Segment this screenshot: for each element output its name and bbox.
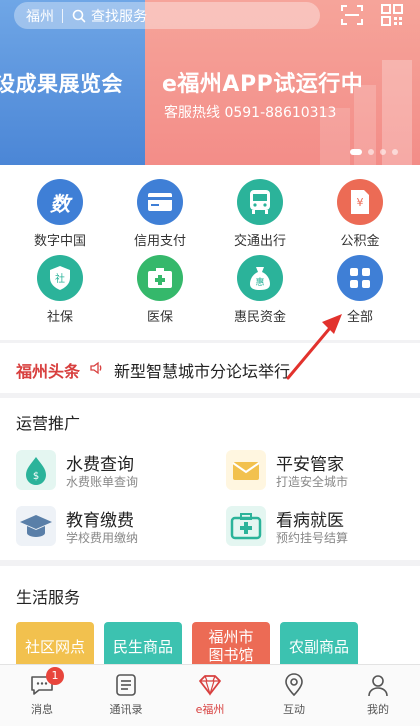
carousel-dot-active	[350, 149, 362, 155]
city-selector[interactable]: 福州	[26, 6, 54, 26]
card-library[interactable]: 福州市图书馆	[192, 622, 270, 670]
user-icon	[368, 675, 388, 697]
speaker-icon	[90, 361, 102, 375]
search-placeholder[interactable]: 查找服务	[91, 6, 147, 26]
search-bar[interactable]: 福州 查找服务	[14, 2, 320, 29]
medical-kit-icon	[226, 506, 266, 546]
tab-messages[interactable]: 1 消息	[0, 665, 84, 726]
op-education-payment[interactable]: 教育缴费 学校费用缴纳	[16, 506, 196, 550]
svg-text:惠: 惠	[255, 276, 264, 288]
service-digital-china[interactable]: 数 数字中国	[20, 179, 100, 249]
op-safety-manager[interactable]: 平安管家 打造安全城市	[226, 450, 406, 494]
service-label: 全部	[346, 310, 373, 325]
unread-badge: 1	[46, 667, 64, 685]
svg-text:$: $	[33, 471, 39, 482]
card-people-goods[interactable]: 民生商品	[104, 622, 182, 670]
op-title: 水费查询	[66, 455, 134, 475]
tab-mine[interactable]: 我的	[336, 665, 420, 726]
search-icon	[72, 9, 86, 22]
svg-text:社: 社	[55, 272, 65, 285]
tab-efuzhou[interactable]: e福州	[168, 665, 252, 726]
bottom-tab-bar: 1 消息 通讯录 e福州 互动 我的	[0, 664, 420, 726]
banner-hotline: 客服热线 0591-88610313	[164, 105, 337, 121]
tab-label: 我的	[367, 703, 389, 716]
card-farm-goods[interactable]: 农副商品	[280, 622, 358, 670]
op-title: 教育缴费	[66, 511, 134, 531]
service-label: 惠民资金	[233, 310, 286, 325]
tab-contacts[interactable]: 通讯录	[84, 665, 168, 726]
housing-fund-icon: ¥	[337, 179, 383, 225]
service-transport[interactable]: 交通出行	[220, 179, 300, 249]
service-label: 社保	[46, 310, 73, 325]
life-services-section: 生活服务 社区网点 民生商品 福州市图书馆 农副商品	[0, 566, 420, 670]
divider	[62, 8, 63, 23]
service-grid: 数 数字中国 信用支付 交通出行 ¥ 公积金 社 社保 医保 惠 惠民资金 全部	[0, 165, 420, 340]
scan-icon[interactable]	[340, 3, 364, 27]
service-label: 医保	[146, 310, 173, 325]
carousel-dot	[380, 149, 386, 155]
svg-text:¥: ¥	[357, 196, 364, 209]
bus-icon	[237, 179, 283, 225]
service-label: 数字中国	[33, 234, 86, 249]
card-community[interactable]: 社区网点	[16, 622, 94, 670]
qr-code-icon[interactable]	[380, 3, 404, 27]
section-title: 生活服务	[16, 588, 81, 607]
section-title: 运营推广	[16, 414, 81, 433]
service-label: 交通出行	[233, 234, 286, 249]
money-bag-icon: 惠	[237, 255, 283, 301]
grid-icon	[337, 255, 383, 301]
location-pin-icon	[285, 673, 303, 697]
service-benefit-funds[interactable]: 惠 惠民资金	[220, 255, 300, 325]
service-medical-insurance[interactable]: 医保	[120, 255, 200, 325]
op-title: 看病就医	[276, 511, 344, 531]
graduation-cap-icon	[16, 506, 56, 546]
digital-china-icon: 数	[37, 179, 83, 225]
op-subtitle: 预约挂号结算	[276, 531, 349, 545]
op-water-bill[interactable]: $ 水费查询 水费账单查询	[16, 450, 196, 494]
social-security-icon: 社	[37, 255, 83, 301]
medical-insurance-icon	[137, 255, 183, 301]
banner-title: e福州APP试运行中	[162, 72, 364, 97]
operations-section: 运营推广 $ 水费查询 水费账单查询 平安管家 打造安全城市 教育缴费 学校费用…	[0, 398, 420, 560]
credit-card-icon	[137, 179, 183, 225]
tab-label: 消息	[31, 703, 53, 716]
op-subtitle: 打造安全城市	[276, 475, 349, 489]
news-ticker[interactable]: 福州头条 新型智慧城市分论坛举行	[0, 343, 420, 393]
op-subtitle: 水费账单查询	[66, 475, 139, 489]
op-subtitle: 学校费用缴纳	[66, 531, 139, 545]
banner-prev-text: 设成果展览会	[0, 72, 123, 96]
water-drop-icon: $	[16, 450, 56, 490]
carousel-indicator	[350, 149, 398, 155]
diamond-icon	[199, 675, 221, 697]
tab-interaction[interactable]: 互动	[252, 665, 336, 726]
service-label: 公积金	[340, 234, 380, 249]
tab-label: 互动	[283, 703, 305, 716]
op-see-doctor[interactable]: 看病就医 预约挂号结算	[226, 506, 406, 550]
service-label: 信用支付	[133, 234, 186, 249]
headline-text[interactable]: 新型智慧城市分论坛举行	[114, 358, 290, 382]
tab-label: e福州	[195, 703, 225, 716]
service-all[interactable]: 全部	[320, 255, 400, 325]
carousel-dot	[392, 149, 398, 155]
contacts-icon	[116, 674, 136, 696]
service-social-security[interactable]: 社 社保	[20, 255, 100, 325]
tab-label: 通讯录	[109, 703, 143, 716]
headline-brand: 福州头条	[16, 362, 81, 381]
carousel-dot	[368, 149, 374, 155]
op-title: 平安管家	[276, 455, 344, 475]
service-housing-fund[interactable]: ¥ 公积金	[320, 179, 400, 249]
service-credit-pay[interactable]: 信用支付	[120, 179, 200, 249]
mail-icon	[226, 450, 266, 490]
